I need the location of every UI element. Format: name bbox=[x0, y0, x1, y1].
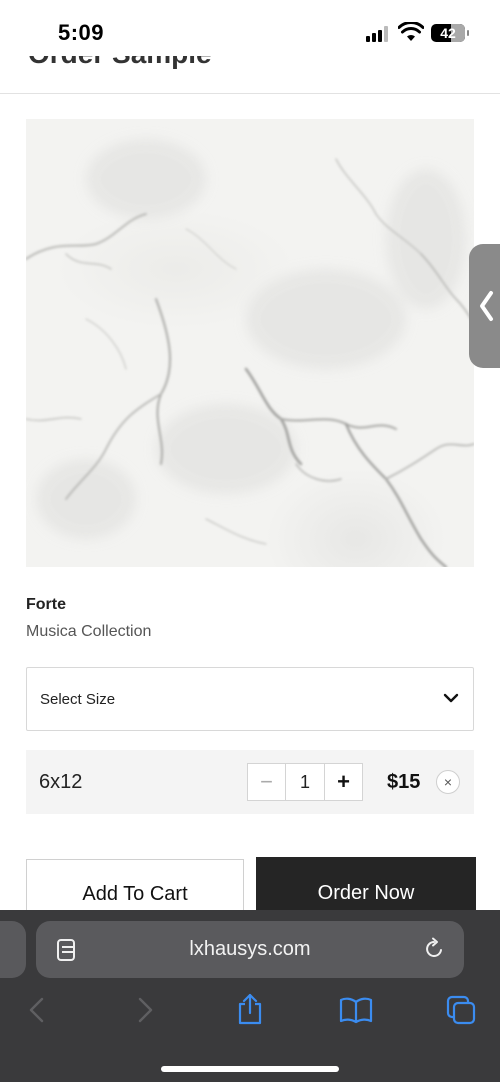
status-time: 5:09 bbox=[58, 20, 105, 45]
side-panel-tab[interactable] bbox=[469, 244, 500, 368]
cart-item-row: 6x12 − 1 + $15 × bbox=[26, 750, 474, 814]
status-bar: 5:09 42 bbox=[0, 0, 500, 56]
back-arrow-icon[interactable] bbox=[26, 996, 48, 1024]
browser-toolbar: lxhausys.com bbox=[0, 910, 500, 1082]
cellular-signal-icon bbox=[366, 26, 390, 42]
product-collection: Musica Collection bbox=[26, 623, 152, 640]
size-select-dropdown[interactable]: Select Size bbox=[26, 667, 474, 731]
decrease-quantity-button[interactable]: − bbox=[248, 764, 286, 800]
previous-tab-peek[interactable] bbox=[0, 921, 26, 978]
quantity-stepper: − 1 + bbox=[247, 763, 363, 801]
cart-item-size: 6x12 bbox=[39, 771, 83, 793]
chevron-down-icon bbox=[443, 693, 459, 703]
increase-quantity-button[interactable]: + bbox=[324, 764, 362, 800]
marble-texture bbox=[26, 139, 474, 567]
remove-item-button[interactable]: × bbox=[436, 770, 460, 794]
reload-icon[interactable] bbox=[422, 937, 446, 961]
wifi-icon bbox=[398, 22, 424, 41]
size-select-label: Select Size bbox=[40, 691, 116, 708]
share-icon[interactable] bbox=[236, 992, 264, 1026]
url-text: lxhausys.com bbox=[189, 938, 311, 960]
tabs-icon[interactable] bbox=[445, 994, 477, 1026]
home-indicator[interactable] bbox=[161, 1066, 339, 1072]
battery-level: 42 bbox=[440, 25, 456, 41]
product-image bbox=[26, 119, 474, 567]
quantity-value[interactable]: 1 bbox=[286, 764, 324, 800]
chevron-left-icon bbox=[480, 291, 493, 321]
product-name: Forte bbox=[26, 596, 66, 613]
address-bar[interactable]: lxhausys.com bbox=[36, 921, 464, 978]
battery-icon: 42 bbox=[431, 24, 469, 42]
cart-item-price: $15 bbox=[387, 771, 421, 793]
forward-arrow-icon[interactable] bbox=[134, 996, 156, 1024]
bookmarks-icon[interactable] bbox=[339, 996, 373, 1024]
